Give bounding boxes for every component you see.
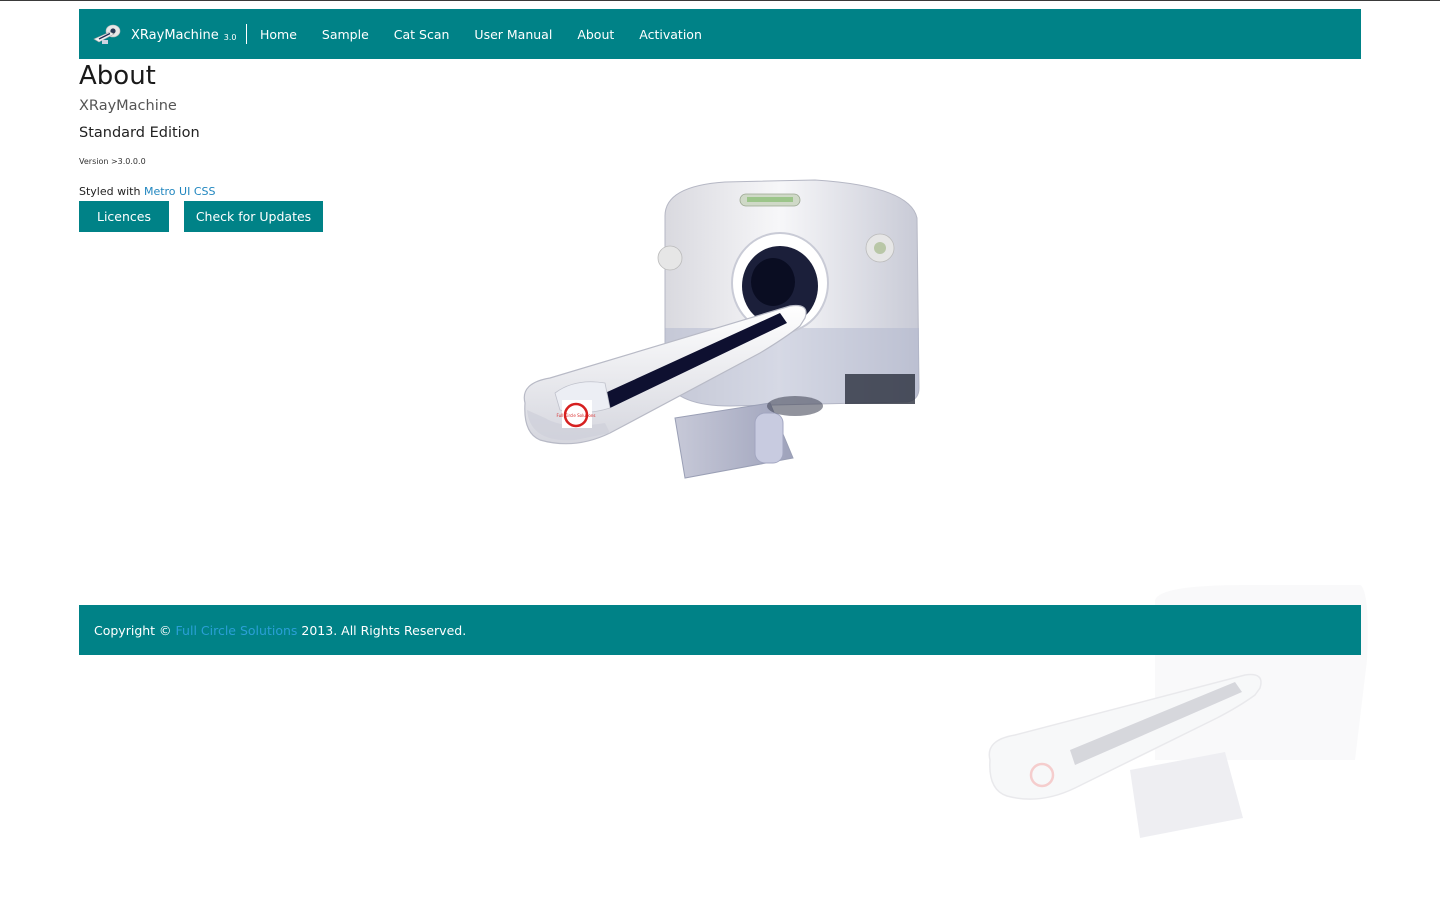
nav-item-home[interactable]: Home: [247, 9, 309, 59]
page-title: About: [79, 61, 156, 91]
copyright-prefix: Copyright ©: [94, 622, 172, 638]
brand-name: XRayMachine: [131, 27, 219, 43]
company-link[interactable]: Full Circle Solutions: [176, 623, 298, 638]
styled-with-credit: Styled with Metro UI CSS: [79, 185, 215, 198]
nav-item-cat-scan[interactable]: Cat Scan: [381, 9, 462, 59]
copyright-suffix: 2013. All Rights Reserved.: [301, 622, 467, 638]
nav-item-user-manual[interactable]: User Manual: [462, 9, 565, 59]
copyright-notice: Copyright © Full Circle Solutions 2013. …: [79, 623, 466, 638]
ct-scanner-image: Full Circle Solutions: [523, 179, 920, 479]
styled-with-prefix: Styled with: [79, 185, 141, 198]
version-label: Version >3.0.0.0: [79, 157, 146, 166]
xray-scanner-icon: [93, 24, 121, 44]
top-navbar: XRayMachine 3.0 Home Sample Cat Scan Use…: [79, 9, 1361, 59]
brand-link[interactable]: XRayMachine 3.0: [79, 9, 236, 59]
check-for-updates-button[interactable]: Check for Updates: [184, 201, 323, 232]
product-name: XRayMachine: [79, 98, 177, 114]
device-logo-text: Full Circle Solutions: [557, 413, 596, 418]
metro-ui-css-link[interactable]: Metro UI CSS: [144, 185, 216, 198]
nav-item-about[interactable]: About: [565, 9, 627, 59]
edition-label: Standard Edition: [79, 125, 200, 141]
nav-item-activation[interactable]: Activation: [627, 9, 715, 59]
top-border: [0, 0, 1440, 1]
brand-version: 3.0: [223, 32, 237, 42]
licences-button[interactable]: Licences: [79, 201, 169, 232]
nav-item-sample[interactable]: Sample: [309, 9, 381, 59]
footer: Copyright © Full Circle Solutions 2013. …: [79, 605, 1361, 655]
